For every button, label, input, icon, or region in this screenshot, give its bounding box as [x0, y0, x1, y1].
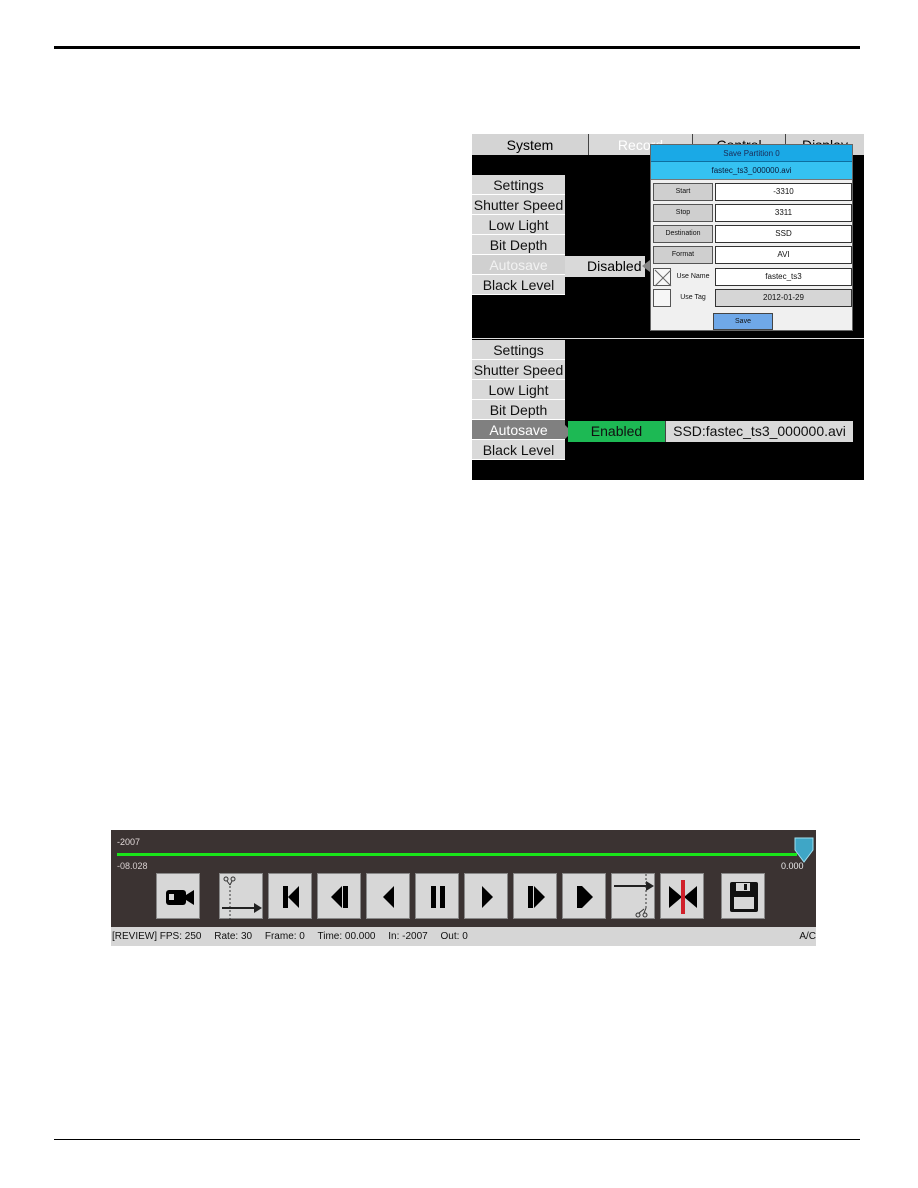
mark-in-button[interactable]	[219, 873, 263, 920]
autosave-enabled-value[interactable]: Enabled	[568, 421, 665, 442]
dialog-save-button[interactable]: Save	[713, 313, 773, 330]
check-x-icon	[654, 269, 672, 287]
status-bar: [REVIEW] FPS: 250 Rate: 30 Frame: 0 Time…	[111, 927, 816, 946]
timeline-track[interactable]	[117, 853, 797, 856]
play-reverse-button[interactable]	[366, 873, 410, 919]
record-menu-bottom: Settings Shutter Speed Low Light Bit Dep…	[472, 340, 565, 460]
record-menu-top: Settings Shutter Speed Low Light Bit Dep…	[472, 175, 565, 295]
menu-item-bit-depth[interactable]: Bit Depth	[472, 235, 565, 255]
go-to-cut-button[interactable]	[660, 873, 704, 919]
stop-field[interactable]: 3311	[715, 204, 852, 222]
playback-control-bar: -2007 -08.028 0.000 [REVIEW] FPS: 250 Ra…	[111, 830, 816, 946]
timeline-slider-thumb[interactable]	[792, 836, 816, 864]
use-tag-field[interactable]: 2012-01-29	[715, 289, 852, 307]
destination-button[interactable]: Destination	[653, 225, 713, 243]
menu-item-shutter-speed[interactable]: Shutter Speed	[472, 195, 565, 215]
use-name-row: Use Name fastec_ts3	[653, 268, 852, 287]
autosave-path: SSD:fastec_ts3_000000.avi	[665, 421, 853, 442]
pause-icon	[431, 886, 445, 908]
menu-item-autosave[interactable]: Autosave	[472, 420, 565, 440]
step-backward-icon	[331, 886, 348, 908]
header-rule	[54, 46, 860, 49]
cut-point-icon	[669, 880, 697, 914]
pause-button[interactable]	[415, 873, 459, 919]
scissors-arrow-in-icon	[222, 876, 262, 920]
mark-out-button[interactable]	[611, 873, 655, 919]
play-forward-button[interactable]	[464, 873, 508, 919]
scissors-arrow-out-icon	[614, 874, 654, 918]
camera-settings-screenshot: System Record Control Display Settings S…	[472, 134, 864, 480]
play-reverse-icon	[383, 886, 394, 908]
step-forward-icon	[528, 886, 545, 908]
menu-item-settings[interactable]: Settings	[472, 340, 565, 360]
play-icon	[482, 886, 493, 908]
go-to-start-button[interactable]	[268, 873, 312, 919]
menu-item-settings[interactable]: Settings	[472, 175, 565, 195]
menu-item-shutter-speed[interactable]: Shutter Speed	[472, 360, 565, 380]
pointer-arrow-icon	[642, 260, 650, 272]
menu-item-black-level[interactable]: Black Level	[472, 275, 565, 295]
menu-item-low-light[interactable]: Low Light	[472, 380, 565, 400]
go-to-end-button[interactable]	[562, 873, 606, 919]
video-camera-icon	[166, 890, 194, 905]
floppy-disk-icon	[730, 882, 758, 912]
menu-item-autosave[interactable]: Autosave	[472, 255, 565, 275]
use-tag-label: Use Tag	[680, 294, 706, 301]
destination-field[interactable]: SSD	[715, 225, 852, 243]
menu-item-bit-depth[interactable]: Bit Depth	[472, 400, 565, 420]
end-time-label: 0.000	[781, 861, 804, 871]
format-row: Format AVI	[653, 246, 852, 265]
start-row: Start -3310	[653, 183, 852, 202]
use-name-field[interactable]: fastec_ts3	[715, 268, 852, 286]
use-tag-checkbox[interactable]	[653, 289, 671, 307]
use-name-label: Use Name	[676, 273, 710, 280]
format-field[interactable]: AVI	[715, 246, 852, 264]
dialog-title: Save Partition 0	[651, 145, 852, 162]
status-mode-fps: [REVIEW] FPS: 250	[112, 931, 202, 942]
step-back-button[interactable]	[317, 873, 361, 919]
start-button[interactable]: Start	[653, 183, 713, 201]
start-time-label: -08.028	[117, 861, 148, 871]
in-point-label: -2007	[117, 837, 141, 847]
status-ac: A/C	[799, 931, 816, 942]
destination-row: Destination SSD	[653, 225, 852, 244]
status-out: Out: 0	[440, 931, 468, 942]
tab-system[interactable]: System	[472, 134, 589, 155]
use-name-checkbox[interactable]	[653, 268, 672, 287]
use-tag-row: Use Tag 2012-01-29	[653, 289, 852, 308]
menu-item-low-light[interactable]: Low Light	[472, 215, 565, 235]
format-button[interactable]: Format	[653, 246, 713, 264]
status-in: In: -2007	[388, 931, 428, 942]
autosave-disabled-value[interactable]: Disabled	[565, 256, 645, 277]
dialog-filename: fastec_ts3_000000.avi	[651, 162, 852, 180]
status-frame: Frame: 0	[264, 931, 305, 942]
save-button[interactable]	[721, 873, 765, 919]
footer-rule	[54, 1139, 860, 1140]
save-partition-dialog: Save Partition 0 fastec_ts3_000000.avi S…	[650, 144, 853, 331]
skip-to-end-icon	[577, 886, 593, 908]
start-field[interactable]: -3310	[715, 183, 852, 201]
status-rate: Rate: 30	[214, 931, 253, 942]
status-time: Time: 00.000	[317, 931, 376, 942]
step-forward-button[interactable]	[513, 873, 557, 919]
skip-to-start-icon	[283, 886, 299, 908]
stop-button[interactable]: Stop	[653, 204, 713, 222]
panel-divider	[472, 338, 864, 339]
stop-row: Stop 3311	[653, 204, 852, 223]
menu-item-black-level[interactable]: Black Level	[472, 440, 565, 460]
live-camera-button[interactable]	[156, 873, 200, 919]
